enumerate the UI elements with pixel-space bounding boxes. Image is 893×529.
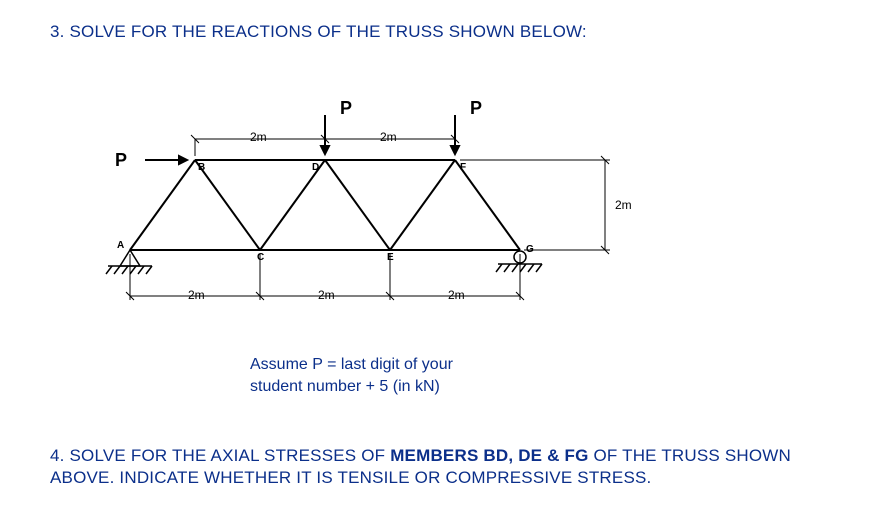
load-p-at-d: P	[340, 98, 352, 119]
question-3-heading: 3. SOLVE FOR THE REACTIONS OF THE TRUSS …	[50, 22, 843, 42]
load-p-at-f: P	[470, 98, 482, 119]
load-p-horizontal: P	[115, 150, 127, 171]
note-line-1: Assume P = last digit of your	[250, 354, 843, 376]
assumption-note: Assume P = last digit of your student nu…	[250, 354, 843, 397]
truss-diagram: P P P A B C D E F G 2m 2m 2m 2m 2m 2m	[90, 60, 730, 350]
dim-right-height: 2m	[615, 198, 632, 212]
dim-top-bd: 2m	[250, 130, 267, 144]
node-b-label: B	[198, 162, 205, 173]
node-a-label: A	[117, 240, 124, 251]
node-g-label: G	[526, 244, 534, 255]
truss-svg	[90, 60, 730, 350]
dim-bot-ce: 2m	[318, 288, 335, 302]
note-line-2: student number + 5 (in kN)	[250, 376, 843, 398]
node-f-label: F	[460, 162, 466, 173]
dim-bot-ac: 2m	[188, 288, 205, 302]
node-d-label: D	[312, 162, 319, 173]
dim-bot-eg: 2m	[448, 288, 465, 302]
dim-top-df: 2m	[380, 130, 397, 144]
node-c-label: C	[257, 252, 264, 263]
question-4-heading: 4. SOLVE FOR THE AXIAL STRESSES OF MEMBE…	[50, 445, 843, 489]
node-e-label: E	[387, 252, 394, 263]
q4-pre: 4. SOLVE FOR THE AXIAL STRESSES OF	[50, 446, 390, 465]
q4-members: MEMBERS BD, DE & FG	[390, 446, 588, 465]
